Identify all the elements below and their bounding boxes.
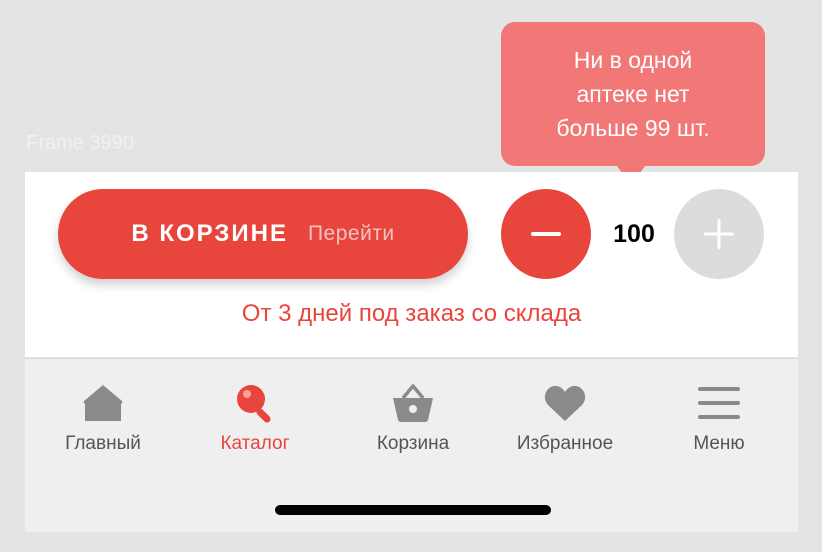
in-cart-button[interactable]: В КОРЗИНЕ Перейти: [58, 189, 468, 279]
tooltip-line: Ни в одной: [573, 47, 693, 73]
bottom-tab-bar: Главный Каталог Корзина Избранное Меню: [25, 358, 798, 532]
cart-panel: В КОРЗИНЕ Перейти 100 От 3 дней под зака…: [25, 172, 798, 357]
plus-icon: [704, 219, 734, 249]
frame-label: Frame 3990: [26, 132, 134, 154]
decrease-quantity-button[interactable]: [501, 189, 591, 279]
basket-icon: [393, 384, 433, 422]
quantity-limit-tooltip: Ни в одной аптеке нет больше 99 шт.: [501, 22, 765, 186]
tab-label: Корзина: [376, 433, 450, 454]
quantity-value: 100: [613, 220, 655, 248]
home-icon: [83, 385, 123, 421]
home-indicator[interactable]: [275, 505, 551, 515]
tab-label: Избранное: [516, 433, 614, 454]
delivery-info: От 3 дней под заказ со склада: [241, 300, 582, 327]
search-icon: [237, 385, 271, 423]
heart-icon: [544, 385, 586, 421]
increase-quantity-button[interactable]: [674, 189, 764, 279]
go-to-cart-label: Перейти: [307, 222, 395, 245]
tooltip-line: больше 99 шт.: [556, 115, 710, 141]
in-cart-label: В КОРЗИНЕ: [131, 220, 288, 247]
tab-cart[interactable]: Корзина: [338, 381, 488, 455]
tab-catalog[interactable]: Каталог: [180, 381, 330, 455]
tooltip-line: аптеке нет: [576, 81, 690, 107]
tab-home[interactable]: Главный: [28, 381, 178, 455]
minus-icon: [531, 232, 561, 236]
tab-menu[interactable]: Меню: [644, 381, 794, 455]
tab-label: Каталог: [220, 433, 290, 454]
menu-icon: [698, 387, 740, 419]
tab-label: Меню: [693, 433, 745, 454]
tab-favorites[interactable]: Избранное: [490, 381, 640, 455]
tab-label: Главный: [65, 433, 141, 454]
